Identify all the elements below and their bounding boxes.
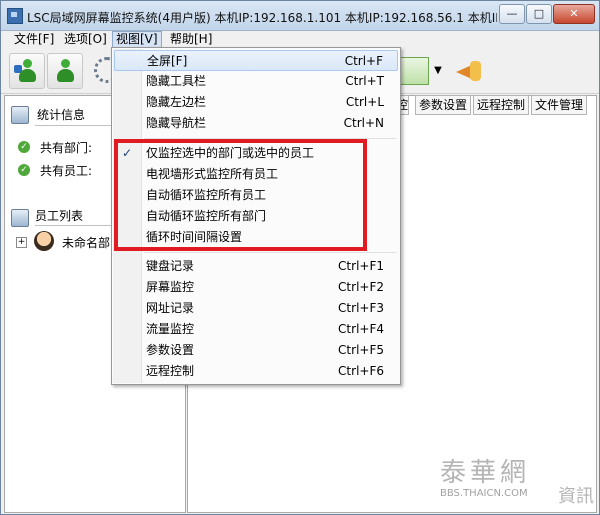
title-bar[interactable]: LSC局域网屏幕监控系统(4用户版) 本机IP:192.168.1.101 本机… bbox=[1, 1, 599, 31]
employee-button[interactable] bbox=[47, 53, 83, 89]
menu-item-label: 隐藏工具栏 bbox=[146, 74, 207, 88]
menu-item-label: 屏幕监控 bbox=[146, 280, 195, 294]
watermark-suffix: 資訊 bbox=[558, 486, 594, 507]
menu-item-label: 全屏[F] bbox=[147, 54, 188, 68]
menu-item-shortcut: Ctrl+N bbox=[343, 116, 384, 130]
employees-count-label: 共有员工: bbox=[40, 164, 93, 178]
watermark-url: BBS.THAICN.COM bbox=[440, 488, 528, 499]
stats-icon bbox=[11, 106, 29, 124]
menu-item-url-log[interactable]: 网址记录 Ctrl+F3 bbox=[114, 298, 398, 319]
tab-settings[interactable]: 参数设置 bbox=[415, 95, 472, 115]
menu-item-label: 隐藏左边栏 bbox=[146, 95, 207, 109]
chevron-down-icon[interactable]: ▼ bbox=[432, 63, 444, 79]
app-icon bbox=[7, 8, 23, 24]
person-icon bbox=[56, 59, 74, 83]
menu-item-shortcut: Ctrl+F6 bbox=[338, 364, 384, 378]
menu-item-shortcut: Ctrl+F4 bbox=[338, 322, 384, 336]
tree-expand-toggle[interactable]: + bbox=[16, 237, 27, 248]
menu-item-shortcut: Ctrl+T bbox=[345, 74, 384, 88]
tab-file-management[interactable]: 文件管理 bbox=[531, 95, 588, 115]
tab-remote-control[interactable]: 远程控制 bbox=[473, 95, 530, 115]
menu-help[interactable]: 帮助[H] bbox=[167, 31, 215, 48]
menu-item-fullscreen[interactable]: 全屏[F] Ctrl+F bbox=[114, 50, 398, 71]
menu-item-traffic-monitor[interactable]: 流量监控 Ctrl+F4 bbox=[114, 319, 398, 340]
add-person-icon bbox=[14, 59, 36, 83]
menu-item-hide-toolbar[interactable]: 隐藏工具栏 Ctrl+T bbox=[114, 71, 398, 92]
menu-item-screen-monitor[interactable]: 屏幕监控 Ctrl+F2 bbox=[114, 277, 398, 298]
menu-item-label: 网址记录 bbox=[146, 301, 195, 315]
menu-item-parameter-settings[interactable]: 参数设置 Ctrl+F5 bbox=[114, 340, 398, 361]
menu-view[interactable]: 视图[V] bbox=[112, 31, 162, 48]
maximize-button[interactable]: □ bbox=[526, 4, 552, 24]
highlight-annotation-box bbox=[114, 139, 367, 251]
employee-list-icon bbox=[11, 209, 29, 227]
check-icon: ✓ bbox=[18, 141, 30, 153]
tree-node-department[interactable]: 未命名部门 bbox=[62, 234, 112, 251]
menu-item-label: 远程控制 bbox=[146, 364, 195, 378]
menu-item-label: 键盘记录 bbox=[146, 259, 195, 273]
watermark-text: 泰華網 bbox=[440, 458, 531, 488]
departments-count-label: 共有部门: bbox=[40, 141, 93, 155]
add-employee-button[interactable] bbox=[9, 53, 45, 89]
menu-item-keyboard-log[interactable]: 键盘记录 Ctrl+F1 bbox=[114, 256, 398, 277]
menu-item-label: 参数设置 bbox=[146, 343, 195, 357]
close-button[interactable]: ✕ bbox=[553, 4, 595, 24]
menu-item-shortcut: Ctrl+F bbox=[344, 54, 383, 68]
menu-item-shortcut: Ctrl+F5 bbox=[338, 343, 384, 357]
menu-item-hide-sidebar[interactable]: 隐藏左边栏 Ctrl+L bbox=[114, 92, 398, 113]
stats-title: 统计信息 bbox=[37, 108, 86, 122]
department-avatar-icon bbox=[34, 231, 54, 251]
menu-item-label: 隐藏导航栏 bbox=[146, 116, 207, 130]
menu-item-hide-navbar[interactable]: 隐藏导航栏 Ctrl+N bbox=[114, 113, 398, 134]
watermark: 泰華網 BBS.THAICN.COM 資訊 bbox=[440, 452, 595, 510]
menu-item-label: 流量监控 bbox=[146, 322, 195, 336]
menu-item-shortcut: Ctrl+F3 bbox=[338, 301, 384, 315]
menu-item-shortcut: Ctrl+L bbox=[345, 95, 384, 109]
menu-file[interactable]: 文件[F] bbox=[11, 31, 57, 48]
minimize-button[interactable]: — bbox=[499, 4, 525, 24]
menu-item-shortcut: Ctrl+F2 bbox=[338, 280, 384, 294]
window-title: LSC局域网屏幕监控系统(4用户版) 本机IP:192.168.1.101 本机… bbox=[27, 11, 497, 25]
menu-item-remote-control[interactable]: 远程控制 Ctrl+F6 bbox=[114, 361, 398, 382]
check-icon: ✓ bbox=[18, 164, 30, 176]
menu-item-shortcut: Ctrl+F1 bbox=[338, 259, 384, 273]
menu-options[interactable]: 选项[O] bbox=[61, 31, 110, 48]
broadcast-icon[interactable] bbox=[456, 59, 484, 83]
menu-separator bbox=[144, 252, 396, 253]
employee-list-title: 员工列表 bbox=[35, 209, 84, 223]
network-monitor-icon[interactable] bbox=[397, 57, 429, 85]
menu-bar: 文件[F] 选项[O] 视图[V] 帮助[H] bbox=[1, 31, 599, 48]
